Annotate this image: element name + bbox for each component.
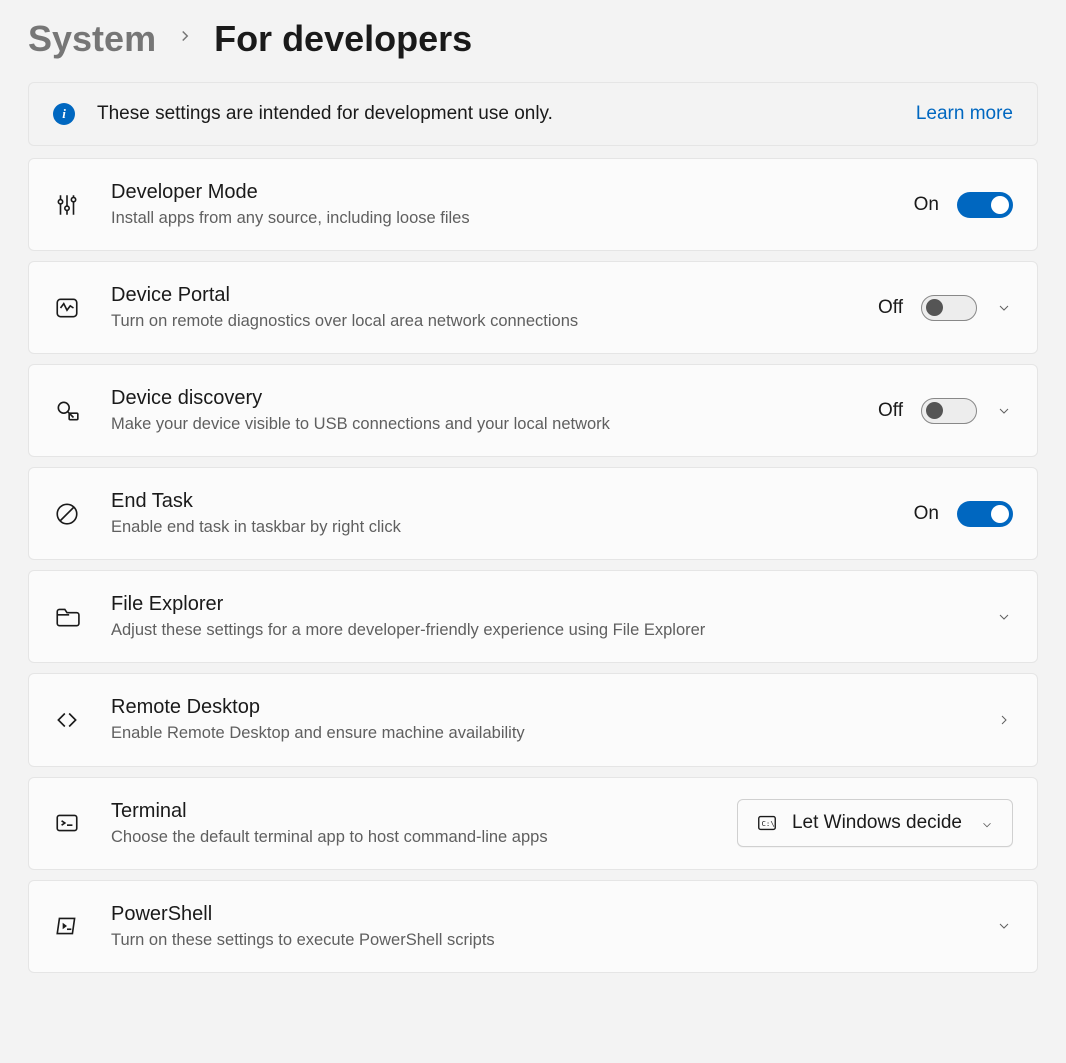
setting-terminal: Terminal Choose the default terminal app… — [28, 777, 1038, 870]
setting-title: Remote Desktop — [111, 694, 995, 720]
file-explorer-icon — [53, 603, 81, 631]
chevron-down-icon — [995, 917, 1013, 935]
device-portal-toggle[interactable] — [921, 295, 977, 321]
info-banner: i These settings are intended for develo… — [28, 82, 1038, 146]
device-discovery-icon — [53, 397, 81, 425]
developer-mode-icon — [53, 191, 81, 219]
chevron-down-icon — [980, 816, 994, 830]
chevron-down-icon — [995, 402, 1013, 420]
device-discovery-toggle[interactable] — [921, 398, 977, 424]
setting-title: Device discovery — [111, 385, 878, 411]
terminal-dropdown[interactable]: C:\ Let Windows decide — [737, 799, 1013, 847]
setting-developer-mode: Developer Mode Install apps from any sou… — [28, 158, 1038, 251]
toggle-label: Off — [878, 400, 903, 422]
svg-text:C:\: C:\ — [761, 819, 774, 828]
setting-subtitle: Choose the default terminal app to host … — [111, 826, 737, 849]
device-portal-icon — [53, 294, 81, 322]
setting-device-discovery[interactable]: Device discovery Make your device visibl… — [28, 364, 1038, 457]
info-text: These settings are intended for developm… — [97, 103, 916, 125]
chevron-right-icon — [995, 711, 1013, 729]
setting-powershell[interactable]: PowerShell Turn on these settings to exe… — [28, 880, 1038, 973]
dropdown-value: Let Windows decide — [792, 812, 962, 834]
info-icon: i — [53, 103, 75, 125]
setting-subtitle: Install apps from any source, including … — [111, 207, 914, 230]
setting-remote-desktop[interactable]: Remote Desktop Enable Remote Desktop and… — [28, 673, 1038, 766]
setting-title: PowerShell — [111, 901, 995, 927]
setting-subtitle: Make your device visible to USB connecti… — [111, 413, 878, 436]
terminal-icon — [53, 809, 81, 837]
toggle-label: On — [914, 503, 939, 525]
setting-device-portal[interactable]: Device Portal Turn on remote diagnostics… — [28, 261, 1038, 354]
setting-end-task: End Task Enable end task in taskbar by r… — [28, 467, 1038, 560]
powershell-icon — [53, 912, 81, 940]
setting-title: Terminal — [111, 798, 737, 824]
setting-title: Developer Mode — [111, 179, 914, 205]
end-task-toggle[interactable] — [957, 501, 1013, 527]
end-task-icon — [53, 500, 81, 528]
breadcrumb-parent[interactable]: System — [28, 18, 156, 60]
toggle-label: Off — [878, 297, 903, 319]
developer-mode-toggle[interactable] — [957, 192, 1013, 218]
setting-title: End Task — [111, 488, 914, 514]
setting-title: File Explorer — [111, 591, 995, 617]
setting-subtitle: Adjust these settings for a more develop… — [111, 619, 995, 642]
setting-subtitle: Turn on remote diagnostics over local ar… — [111, 310, 878, 333]
setting-file-explorer[interactable]: File Explorer Adjust these settings for … — [28, 570, 1038, 663]
setting-subtitle: Enable end task in taskbar by right clic… — [111, 516, 914, 539]
chevron-down-icon — [995, 608, 1013, 626]
toggle-label: On — [914, 194, 939, 216]
chevron-right-icon — [176, 27, 194, 51]
learn-more-link[interactable]: Learn more — [916, 103, 1013, 125]
setting-title: Device Portal — [111, 282, 878, 308]
setting-subtitle: Enable Remote Desktop and ensure machine… — [111, 722, 995, 745]
setting-subtitle: Turn on these settings to execute PowerS… — [111, 929, 995, 952]
breadcrumb: System For developers — [28, 18, 1038, 60]
page-title: For developers — [214, 18, 472, 60]
console-icon: C:\ — [756, 812, 778, 834]
chevron-down-icon — [995, 299, 1013, 317]
remote-desktop-icon — [53, 706, 81, 734]
